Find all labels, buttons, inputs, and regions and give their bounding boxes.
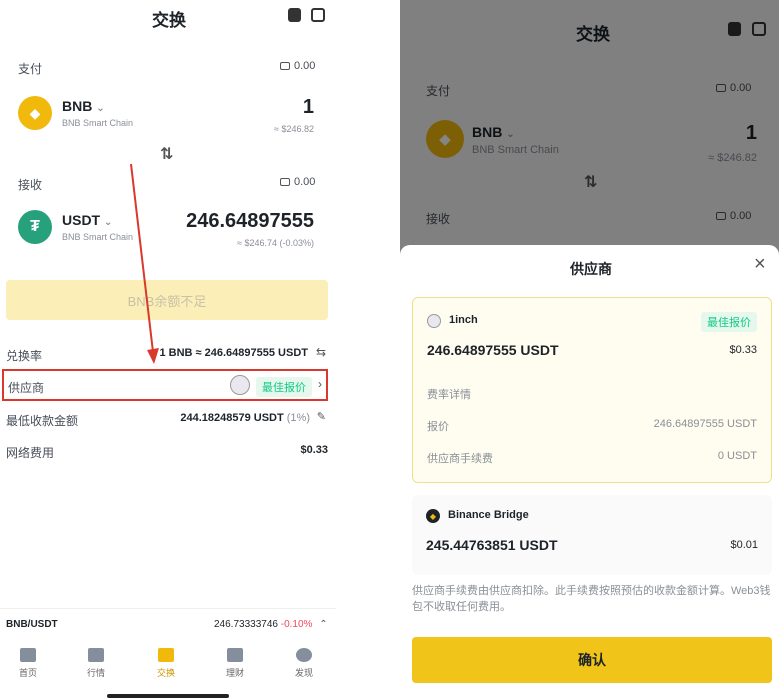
min-receive-label: 最低收款金额 — [6, 414, 79, 428]
provider-fee: $0.01 — [730, 539, 758, 551]
bar-chart-icon — [88, 648, 104, 662]
divider — [0, 608, 336, 609]
provider-fee-label: 供应商手续费 — [427, 453, 493, 465]
rate-value: 1 BNB ≈ 246.64897555 USDT — [159, 347, 308, 359]
sheet-title: 供应商 — [570, 261, 612, 277]
provider-card-binance-bridge[interactable]: ◆ Binance Bridge 245.44763851 USDT $0.01 — [412, 495, 772, 575]
swap-rate-icon[interactable]: ⇆ — [316, 345, 326, 359]
provider-fee: $0.33 — [729, 344, 757, 356]
ticker-price[interactable]: 246.73333746 -0.10% ⌃ — [214, 619, 328, 630]
pay-amount-input[interactable]: 1 — [303, 96, 314, 119]
pay-usd-value: ≈ $246.82 — [274, 124, 314, 134]
1inch-logo-icon — [230, 375, 250, 395]
edit-slippage-icon[interactable]: ✎ — [317, 410, 326, 423]
swap-icon — [158, 648, 174, 662]
receive-amount: 246.64897555 — [186, 210, 314, 232]
annotation-arrow — [130, 163, 159, 364]
pay-chain: BNB Smart Chain — [62, 118, 134, 128]
earn-icon — [227, 648, 243, 662]
receive-balance: 0.00 — [280, 176, 315, 188]
swap-screen-left: 交换 支付 0.00 ◆ BNB ⌄ BNB Smart Chain 1 ≈ $… — [0, 0, 336, 699]
provider-sheet: 供应商 × 1inch 最佳报价 246.64897555 USDT $0.33… — [400, 245, 779, 699]
nav-label: 首页 — [18, 668, 37, 678]
receive-label: 接收 — [18, 178, 43, 192]
provider-name: 1inch — [449, 314, 478, 326]
fee-details-title: 费率详情 — [427, 389, 471, 401]
min-receive-value: 244.18248579 USDT (1%) — [180, 412, 310, 424]
nav-label: 行情 — [86, 668, 105, 678]
swap-screen-right: 交换 支付 0.00 ◆ BNB ⌄ BNB Smart Chain 1 ≈ $… — [400, 0, 779, 699]
chevron-up-icon: ⌃ — [319, 619, 328, 630]
chevron-down-icon: ⌄ — [104, 217, 113, 228]
best-quote-badge: 最佳报价 — [701, 312, 757, 332]
provider-name: Binance Bridge — [448, 509, 529, 521]
history-icon[interactable] — [311, 8, 325, 22]
fee-note: 供应商手续费由供应商扣除。此手续费按照预估的收款金额计算。Web3钱包不收取任何… — [412, 585, 771, 613]
provider-card-1inch[interactable]: 1inch 最佳报价 246.64897555 USDT $0.33 费率详情 … — [412, 297, 772, 483]
receive-token-selector[interactable]: USDT ⌄ — [62, 212, 112, 228]
pay-label: 支付 — [18, 62, 43, 76]
provider-amount: 245.44763851 USDT — [426, 537, 558, 553]
quote-value: 246.64897555 USDT — [653, 418, 757, 430]
pay-token-selector[interactable]: BNB ⌄ — [62, 98, 105, 114]
confirm-button[interactable]: 确认 — [412, 637, 772, 683]
discover-icon — [296, 648, 312, 662]
1inch-logo-icon — [427, 314, 441, 328]
provider-fee-value: 0 USDT — [717, 450, 757, 462]
nav-markets[interactable]: 行情 — [76, 648, 116, 679]
nav-discover[interactable]: 发现 — [284, 648, 324, 679]
ticker-pair: BNB/USDT — [6, 619, 58, 630]
chevron-right-icon: › — [318, 377, 322, 391]
best-quote-badge: 最佳报价 — [256, 377, 312, 397]
home-indicator — [107, 694, 229, 698]
quote-label: 报价 — [427, 421, 449, 433]
nav-label: 理财 — [225, 668, 244, 678]
chevron-down-icon: ⌄ — [96, 103, 105, 114]
wallet-icon — [280, 178, 290, 187]
home-icon — [20, 648, 36, 662]
provider-amount: 246.64897555 USDT — [427, 342, 559, 358]
bnb-token-icon: ◆ — [18, 96, 52, 130]
close-icon[interactable]: × — [754, 253, 766, 276]
nav-label: 交换 — [156, 668, 175, 678]
page-title: 交换 — [152, 11, 186, 30]
receive-usd-value: ≈ $246.74 (-0.03%) — [237, 238, 314, 248]
nav-earn[interactable]: 理财 — [215, 648, 255, 679]
pay-balance: 0.00 — [280, 60, 315, 72]
network-fee-label: 网络费用 — [6, 446, 55, 460]
nav-label: 发现 — [294, 668, 313, 678]
nav-swap[interactable]: 交换 — [146, 648, 186, 679]
provider-row[interactable]: 供应商 最佳报价 › — [2, 369, 328, 401]
network-fee-value: $0.33 — [300, 444, 328, 456]
nav-home[interactable]: 首页 — [8, 648, 48, 679]
rate-label: 兑换率 — [6, 349, 43, 363]
wallet-icon — [280, 62, 290, 71]
help-icon[interactable] — [288, 8, 301, 22]
usdt-token-icon: ₮ — [18, 210, 52, 244]
binance-logo-icon: ◆ — [426, 509, 440, 523]
provider-label: 供应商 — [8, 381, 45, 395]
